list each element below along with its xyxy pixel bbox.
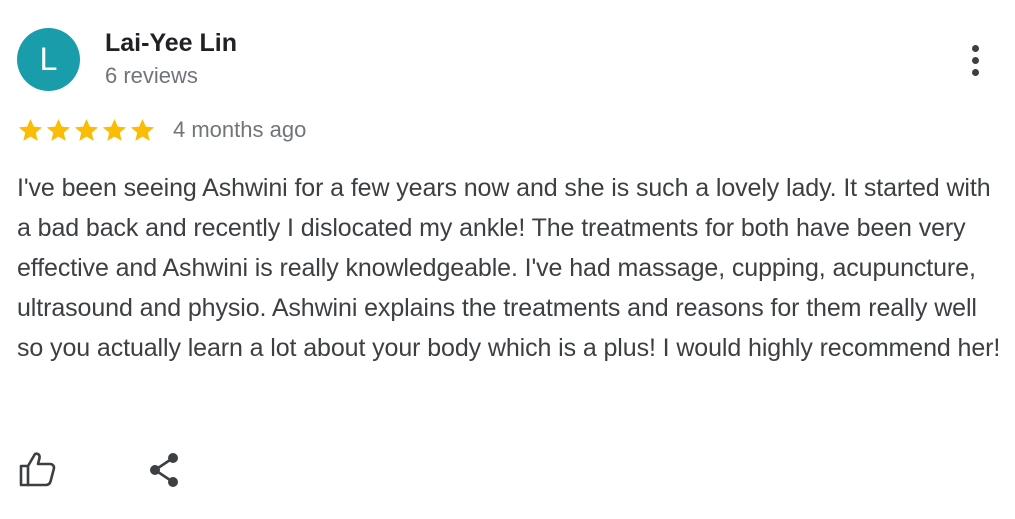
author-review-count: 6 reviews (105, 63, 198, 88)
review-text: I've been seeing Ashwini for a few years… (17, 174, 1001, 362)
star-filled-icon (130, 118, 155, 141)
rating-row: 4 months ago (17, 113, 306, 147)
star-filled-icon (102, 118, 127, 141)
star-filled-icon (18, 118, 43, 141)
avatar[interactable]: L (17, 28, 80, 91)
more-options-button[interactable] (955, 38, 995, 82)
dot (971, 44, 979, 52)
star-filled-icon (74, 118, 99, 141)
review-date: 4 months ago (173, 117, 307, 142)
dot (971, 68, 979, 76)
review-card: L Lai-Yee Lin 6 reviews 4 months ago I'v… (0, 0, 1015, 519)
star-rating (17, 117, 156, 144)
author-name[interactable]: Lai-Yee Lin (105, 28, 237, 58)
share-button[interactable] (146, 451, 184, 489)
more-vert-icon (971, 44, 979, 76)
dot (971, 56, 979, 64)
like-button[interactable] (18, 450, 58, 488)
share-icon (150, 453, 178, 487)
star-filled-icon (46, 118, 71, 141)
thumb-up-icon (19, 452, 56, 487)
